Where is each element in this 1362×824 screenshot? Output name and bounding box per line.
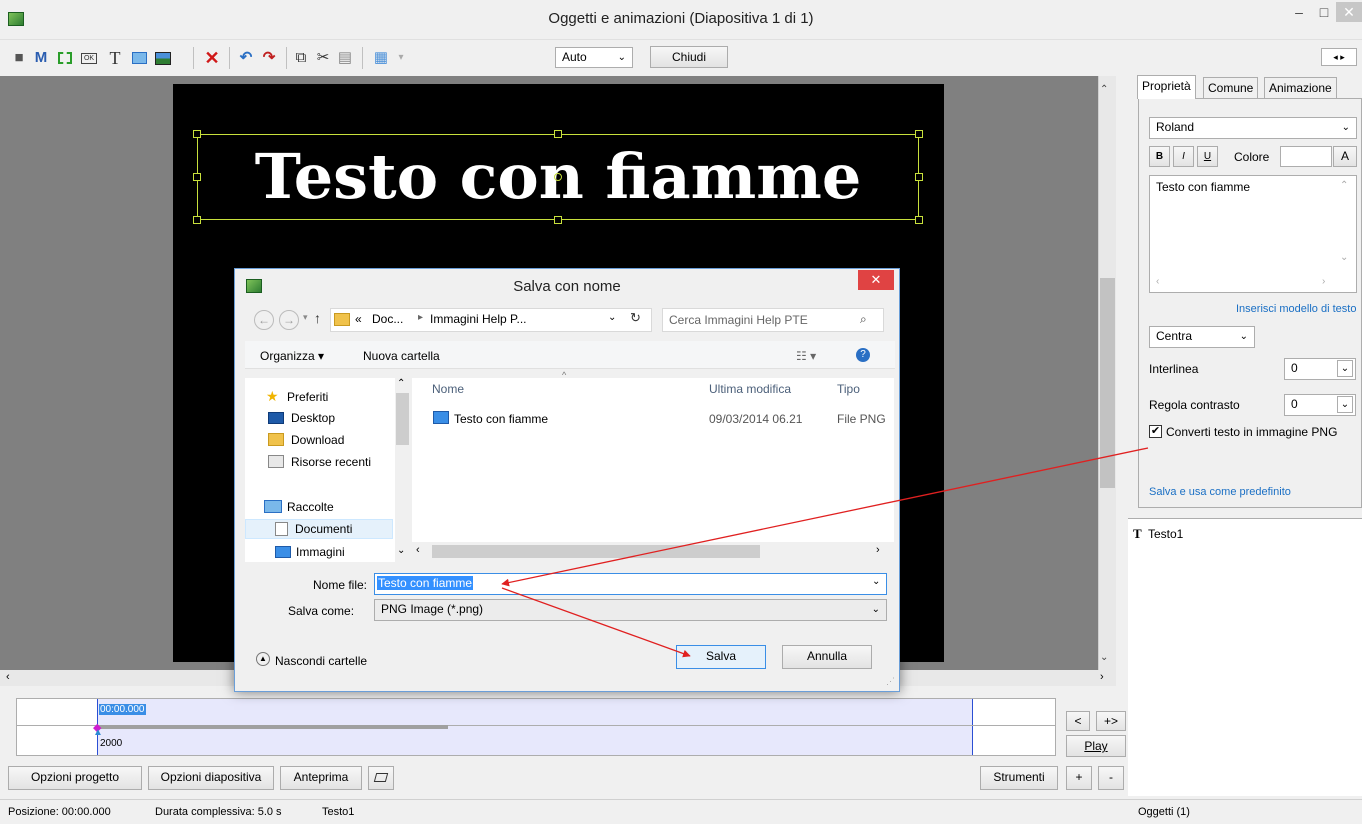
annotation-arrows [501, 447, 1149, 658]
arrow-to-filename [501, 447, 1149, 587]
tab-properties[interactable]: Proprietà [1137, 75, 1196, 99]
arrow-to-save [501, 587, 691, 658]
